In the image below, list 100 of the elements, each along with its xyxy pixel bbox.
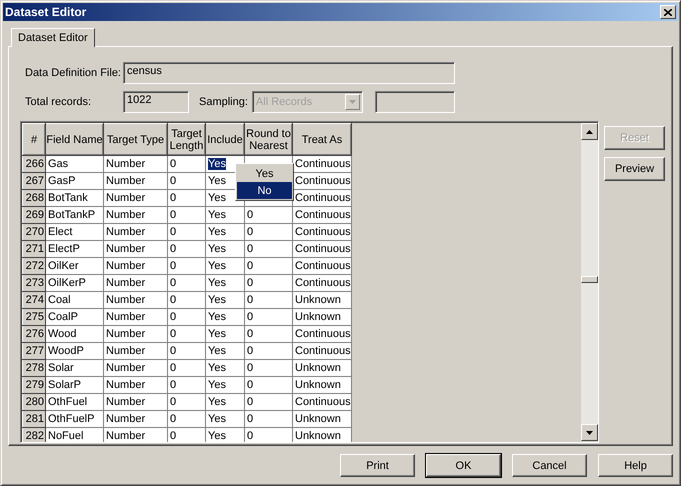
row-header[interactable]: 274 xyxy=(22,292,46,308)
table-cell: SolarP xyxy=(48,379,82,391)
table-cell: 0 xyxy=(170,175,176,187)
row-header[interactable]: 267 xyxy=(22,172,46,190)
row-header[interactable]: 282 xyxy=(22,428,46,442)
table-cell: Continuous xyxy=(295,328,350,340)
row-header[interactable]: 277 xyxy=(22,342,46,360)
table-cell: Unknown xyxy=(295,362,341,374)
table-cell: 0 xyxy=(247,260,254,272)
row-header[interactable]: 281 xyxy=(22,410,46,428)
table-cell: Number xyxy=(106,260,146,272)
scrollbar[interactable] xyxy=(581,123,598,441)
input-field[interactable] xyxy=(374,91,455,113)
table-cell: 0 xyxy=(247,311,254,323)
table-cell: 0 xyxy=(170,396,176,408)
row-header[interactable]: 272 xyxy=(22,258,46,274)
close-icon xyxy=(664,8,672,16)
table-cell: Number xyxy=(106,379,146,391)
table-cell: 0 xyxy=(170,362,176,374)
table-cell: Number xyxy=(106,362,146,374)
table-cell: Unknown xyxy=(295,379,341,391)
table-cell: Continuous xyxy=(295,175,350,187)
table-cell: 0 xyxy=(170,413,176,425)
row-header[interactable]: 275 xyxy=(22,308,46,326)
table-cell: 0 xyxy=(170,430,176,442)
dialog-button[interactable]: Print xyxy=(340,454,415,477)
table-cell: 0 xyxy=(170,243,176,255)
table-cell: NoFuel xyxy=(48,430,84,442)
dropdown-option[interactable]: No xyxy=(237,182,292,199)
table-cell: 0 xyxy=(170,192,176,204)
table-cell: Number xyxy=(106,277,146,289)
table-cell: Continuous xyxy=(295,396,350,408)
row-header[interactable]: 273 xyxy=(22,274,46,292)
table-cell: 0 xyxy=(247,294,254,306)
table-cell: Continuous xyxy=(295,260,350,272)
dialog-button[interactable]: Cancel xyxy=(512,454,587,477)
table-cell: Continuous xyxy=(295,192,350,204)
column-header[interactable]: Target Type xyxy=(104,124,168,156)
dialog-button[interactable]: OK xyxy=(426,454,501,477)
dialog-button[interactable]: Help xyxy=(598,454,673,477)
table-cell: 0 xyxy=(247,345,254,357)
row-header[interactable]: 268 xyxy=(22,190,46,206)
row-header[interactable]: 269 xyxy=(22,206,46,224)
column-header[interactable]: Round to Nearest xyxy=(244,124,292,156)
row-header[interactable]: 270 xyxy=(22,224,46,240)
table-cell: Number xyxy=(106,328,146,340)
row-header[interactable]: 280 xyxy=(22,394,46,410)
column-header[interactable]: Field Name xyxy=(46,124,104,156)
table-cell: Continuous xyxy=(295,277,350,289)
table-cell: 0 xyxy=(170,209,176,221)
table-cell: Number xyxy=(106,209,146,221)
window-title: Dataset Editor xyxy=(5,5,88,19)
table-cell: BotTankP xyxy=(48,209,96,221)
column-header[interactable]: # xyxy=(22,124,46,156)
table-cell: 0 xyxy=(170,277,176,289)
table-cell: OthFuel xyxy=(48,396,88,408)
table-cell: 0 xyxy=(247,243,254,255)
table-cell: Continuous xyxy=(295,226,350,238)
column-header[interactable]: Include xyxy=(206,124,244,156)
dropdown-option[interactable]: Yes xyxy=(237,165,292,182)
input-field[interactable]: 1022 xyxy=(123,91,189,113)
scrollbar-thumb[interactable] xyxy=(581,276,598,283)
table-cell: Number xyxy=(106,430,146,442)
table-cell: WoodP xyxy=(48,345,84,357)
table-cell: 0 xyxy=(170,328,176,340)
table-cell[interactable]: Yes xyxy=(208,158,226,170)
table-cell: 0 xyxy=(247,413,254,425)
input-field[interactable]: census xyxy=(123,62,455,84)
row-header[interactable]: 279 xyxy=(22,376,46,394)
row-header[interactable]: 278 xyxy=(22,360,46,376)
table-cell: Gas xyxy=(48,158,68,170)
table-cell: Number xyxy=(106,192,146,204)
tab[interactable]: Dataset Editor xyxy=(11,28,95,47)
table-cell: Number xyxy=(106,396,146,408)
close-button[interactable] xyxy=(660,5,676,19)
table-cell: OilKerP xyxy=(48,277,86,289)
table-cell: Continuous xyxy=(295,243,350,255)
table-cell: 0 xyxy=(247,362,254,374)
table-cell: Unknown xyxy=(295,413,341,425)
side-button[interactable]: Preview xyxy=(604,157,665,181)
table-cell: Number xyxy=(106,311,146,323)
table-cell: ElectP xyxy=(48,243,80,255)
table-cell: 0 xyxy=(247,430,254,442)
table-cell: 0 xyxy=(247,379,254,391)
row-header[interactable]: 276 xyxy=(22,326,46,342)
row-header[interactable]: 271 xyxy=(22,240,46,258)
table-cell: Number xyxy=(106,175,146,187)
table-cell: Coal xyxy=(48,294,71,306)
table-cell: Elect xyxy=(48,226,72,238)
field-label: Data Definition File: xyxy=(24,67,122,79)
table-cell: Number xyxy=(106,226,146,238)
table-cell: 0 xyxy=(170,226,176,238)
table-cell: Continuous xyxy=(295,209,350,221)
column-header[interactable]: Treat As xyxy=(292,124,352,156)
table-cell: Number xyxy=(106,413,146,425)
column-header[interactable]: Target Length xyxy=(168,124,206,156)
table-cell: Number xyxy=(106,345,146,357)
row-header[interactable]: 266 xyxy=(22,156,46,172)
field-label: Sampling: xyxy=(199,96,248,108)
up-arrow-icon xyxy=(586,130,593,134)
